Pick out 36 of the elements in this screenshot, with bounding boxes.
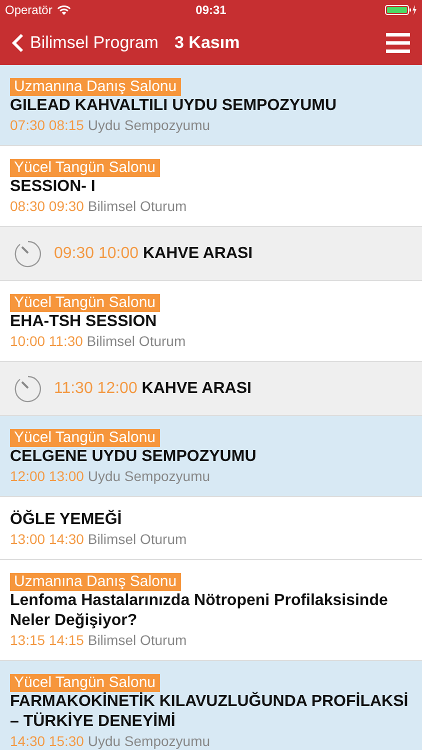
session-row[interactable]: Uzmanına Danış Salonu GILEAD KAHVALTILI UYDU SEMPOZYUMU 07:30 08:15 Uydu Sempozyumu: [0, 65, 422, 146]
chevron-left-icon: [12, 32, 24, 52]
timer-icon: [14, 374, 42, 402]
battery-icon: [385, 4, 417, 16]
menu-button[interactable]: [386, 32, 410, 52]
session-time: 10:00 11:30 Bilimsel Oturum: [10, 332, 186, 350]
menu-icon: [386, 32, 410, 52]
session-title: CELGENE UYDU SEMPOZYUMU: [10, 447, 256, 467]
session-time: 13:15 14:15 Bilimsel Oturum: [10, 631, 187, 649]
session-row[interactable]: Yücel Tangün Salonu FARMAKOKİNETİK KILAVUZLUĞUNDA PROFİLAKSİ – TÜRKİYE DENEYİMİ 14:30 15:30 Uydu Sempozyumu: [0, 661, 422, 750]
session-title: ÖĞLE YEMEĞİ: [10, 510, 122, 530]
session-title: FARMAKOKİNETİK KILAVUZLUĞUNDA PROFİLAKSİ – TÜRKİYE DENEYİMİ: [10, 692, 410, 732]
back-button[interactable]: Bilimsel Program: [12, 32, 158, 52]
session-time: 07:30 08:15 Uydu Sempozyumu: [10, 116, 210, 134]
screen-title: 3 Kasım: [174, 32, 240, 52]
status-time: 09:31: [196, 3, 226, 17]
session-title: Lenfoma Hastalarınızda Nötropeni Profilaksisinde Neler Değişiyor?: [10, 591, 389, 631]
session-title: SESSION- I: [10, 177, 96, 197]
session-time: 14:30 15:30 Uydu Sempozyumu: [10, 732, 210, 750]
session-title: EHA-TSH SESSION: [10, 312, 157, 332]
session-row[interactable]: Yücel Tangün Salonu CELGENE UYDU SEMPOZYUMU 12:00 13:00 Uydu Sempozyumu: [0, 416, 422, 497]
hall-tag: Yücel Tangün Salonu: [10, 429, 160, 447]
hall-tag: Yücel Tangün Salonu: [10, 674, 160, 692]
break-text: 09:30 10:00 KAHVE ARASI: [54, 244, 253, 262]
hall-tag: Yücel Tangün Salonu: [10, 294, 160, 312]
timer-icon: [14, 240, 42, 268]
session-time: 13:00 14:30 Bilimsel Oturum: [10, 530, 187, 548]
break-text: 11:30 12:00 KAHVE ARASI: [54, 380, 252, 398]
session-title: GILEAD KAHVALTILI UYDU SEMPOZYUMU: [10, 96, 337, 116]
hall-tag: Uzmanına Danış Salonu: [10, 573, 181, 591]
wifi-icon: [57, 5, 72, 15]
hall-tag: Yücel Tangün Salonu: [10, 159, 160, 177]
session-time: 08:30 09:30 Bilimsel Oturum: [10, 197, 187, 215]
carrier-name: Operatör: [5, 3, 52, 17]
session-time: 12:00 13:00 Uydu Sempozyumu: [10, 467, 210, 485]
hall-tag: Uzmanına Danış Salonu: [10, 78, 181, 96]
